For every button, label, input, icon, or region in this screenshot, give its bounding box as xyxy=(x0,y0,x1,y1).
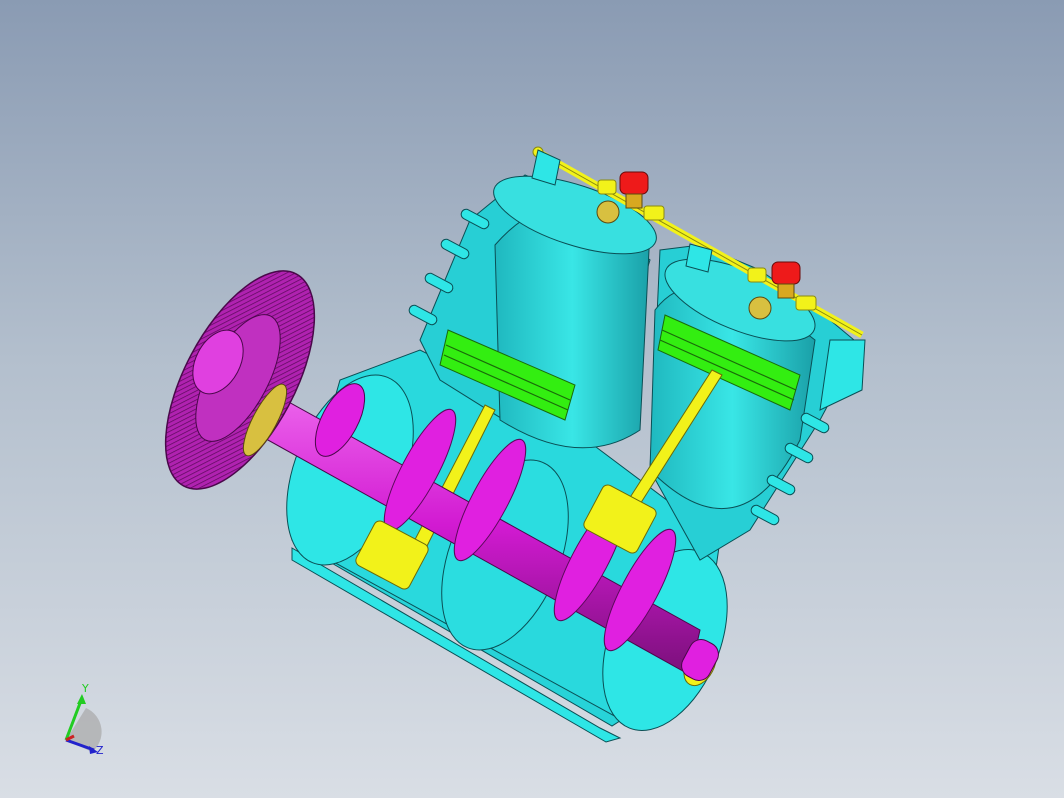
orientation-triad[interactable]: Y Z xyxy=(52,682,122,762)
cylinder-right xyxy=(649,244,866,561)
y-axis-label: Y xyxy=(82,682,89,695)
graphics-viewport[interactable]: Y Z xyxy=(0,0,1064,798)
compressor-model[interactable] xyxy=(0,0,1064,798)
z-axis-label: Z xyxy=(96,744,104,757)
y-axis-arrow xyxy=(77,694,86,704)
